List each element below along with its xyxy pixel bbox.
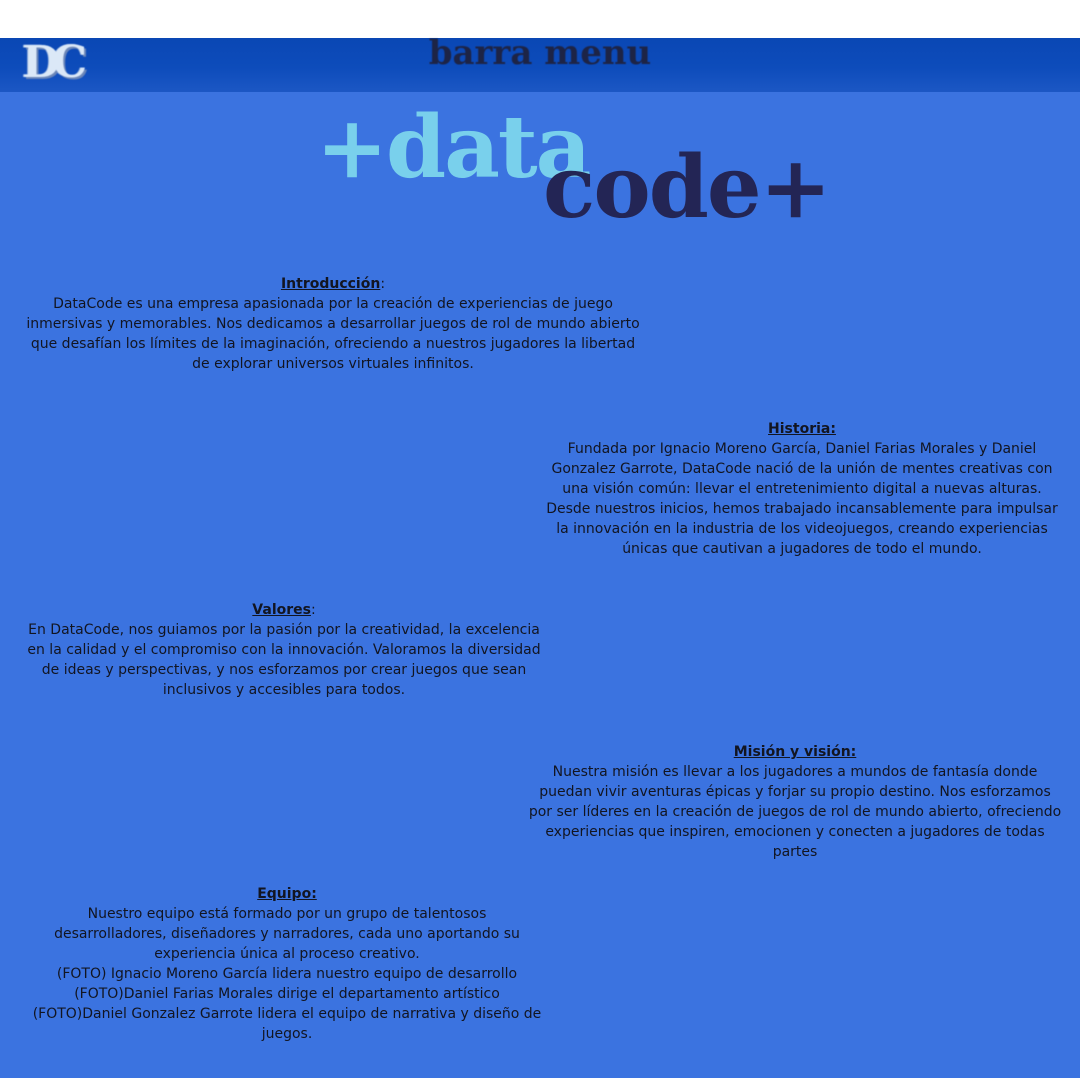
section-mision-vision: Misión y visión: Nuestra misión es lleva…: [526, 742, 1064, 862]
section-body: Nuestro equipo está formado por un grupo…: [54, 906, 520, 962]
section-body: DataCode es una empresa apasionada por l…: [26, 296, 640, 372]
section-heading: Historia:: [768, 421, 836, 437]
heading-colon: :: [380, 276, 386, 292]
team-member: (FOTO)Daniel Gonzalez Garrote lidera el …: [32, 1006, 542, 1042]
section-body: Nuestra misión es llevar a los jugadores…: [528, 764, 1062, 860]
menu-bar[interactable]: DC barra menu: [0, 36, 1080, 92]
section-heading-line: Equipo:: [30, 884, 544, 904]
section-heading: Misión y visión:: [733, 744, 857, 760]
section-heading: Equipo:: [257, 886, 317, 902]
section-heading-line: Misión y visión:: [526, 742, 1064, 762]
team-member: (FOTO)Daniel Farias Morales dirige el de…: [74, 986, 500, 1002]
team-member: (FOTO) Ignacio Moreno García lidera nues…: [56, 966, 518, 982]
heading-colon: :: [310, 602, 316, 618]
menu-bar-label[interactable]: barra menu: [0, 36, 1080, 76]
section-heading-line: Historia:: [540, 419, 1064, 439]
section-heading: Introducción: [280, 276, 381, 292]
section-introduccion: Introducción: DataCode es una empresa ap…: [20, 274, 646, 374]
section-historia: Historia: Fundada por Ignacio Moreno Gar…: [540, 419, 1064, 559]
section-equipo: Equipo: Nuestro equipo está formado por …: [30, 884, 544, 1044]
page: DC barra menu +data code+ Introducción: …: [0, 0, 1080, 1080]
section-heading-line: Valores:: [22, 600, 546, 620]
brand-logo-code: code+: [543, 137, 832, 238]
section-body: En DataCode, nos guiamos por la pasión p…: [27, 622, 541, 698]
section-valores: Valores: En DataCode, nos guiamos por la…: [22, 600, 546, 700]
section-body: Fundada por Ignacio Moreno García, Danie…: [546, 441, 1058, 557]
section-heading-line: Introducción:: [20, 274, 646, 294]
page-canvas: DC barra menu +data code+ Introducción: …: [0, 36, 1080, 1078]
brand-logo-data: +data: [316, 97, 591, 198]
section-heading: Valores: [252, 602, 311, 618]
